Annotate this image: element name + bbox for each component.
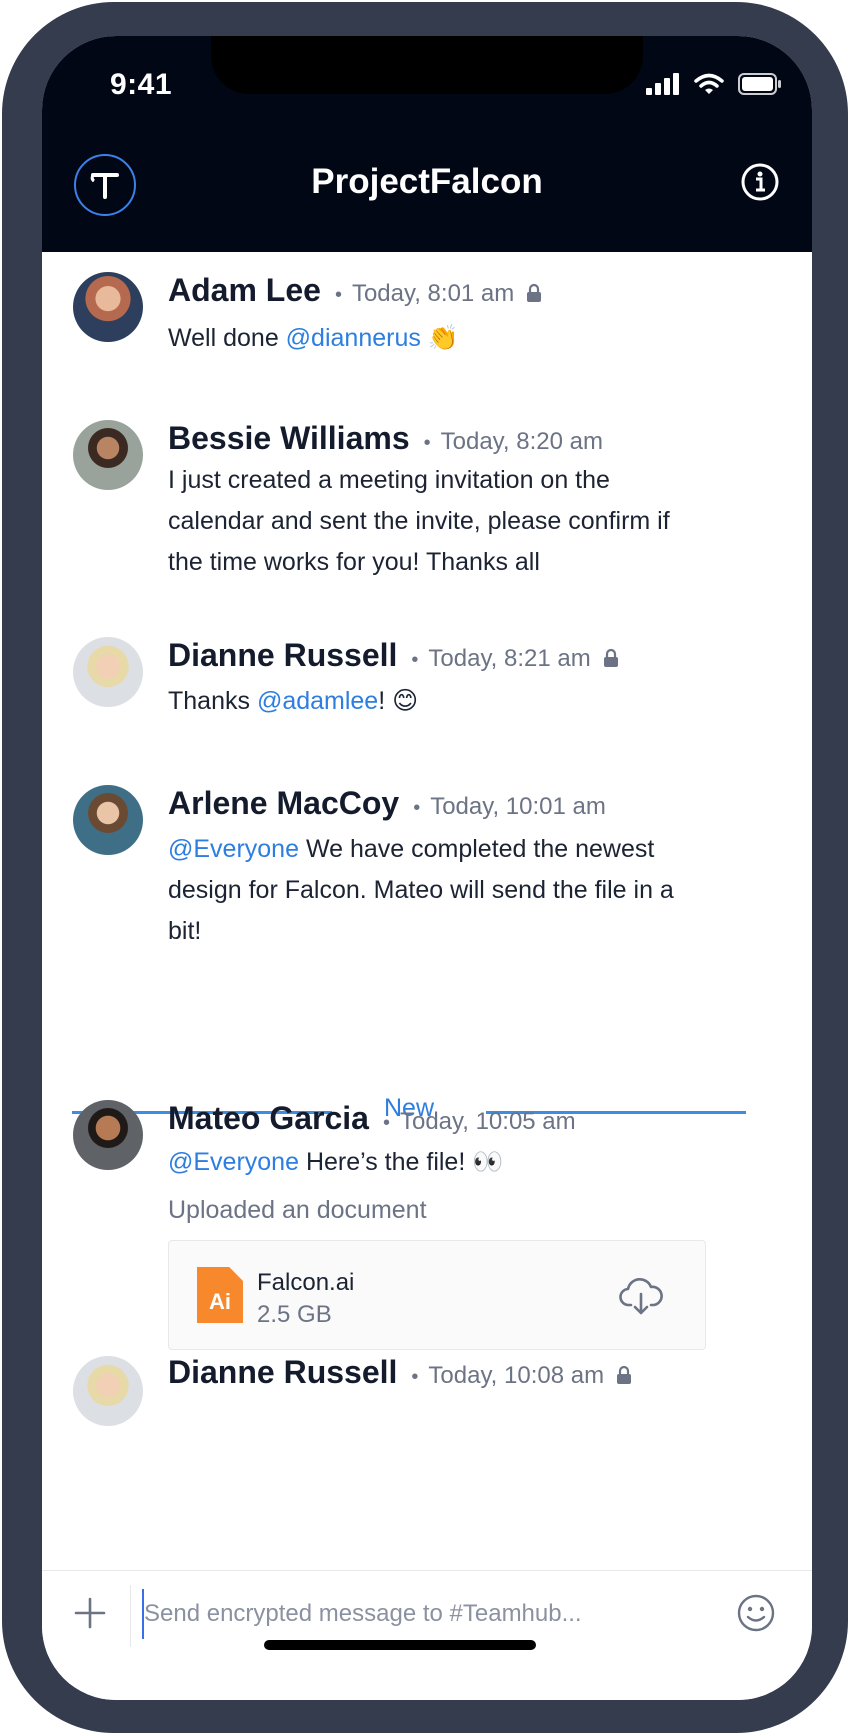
signal-icon	[646, 73, 679, 95]
message-text: Well done @diannerus 👏	[168, 318, 708, 359]
separator-dot: •	[411, 1366, 419, 1388]
mention-link[interactable]: @Everyone	[168, 1148, 299, 1176]
message-header: Dianne Russell • Today, 10:08 am	[168, 1354, 632, 1391]
message-item: Bessie Williams • Today, 8:20 am I just …	[42, 420, 812, 590]
author-name[interactable]: Mateo Garcia	[168, 1100, 369, 1137]
message-composer	[42, 1570, 812, 1700]
author-name[interactable]: Arlene MacCoy	[168, 785, 399, 822]
timestamp: Today, 8:01 am	[351, 280, 515, 307]
message-header: Arlene MacCoy • Today, 10:01 am	[168, 785, 606, 822]
channel-title: ProjectFalcon	[311, 162, 543, 201]
separator-dot: •	[411, 649, 419, 671]
top-bar: 9:41 ProjectFalcon	[42, 36, 812, 252]
wifi-icon	[694, 73, 724, 94]
timestamp: Today, 10:08 am	[428, 1362, 605, 1389]
timestamp: Today, 8:20 am	[440, 428, 603, 455]
message-input[interactable]	[142, 1589, 646, 1639]
composer-separator	[130, 1585, 131, 1647]
message-header: Bessie Williams • Today, 8:20 am	[168, 420, 603, 457]
message-item: Adam Lee • Today, 8:01 am Well done @dia…	[42, 272, 812, 372]
mention-link[interactable]: @Everyone	[168, 835, 299, 863]
message-text: @Everyone We have completed the newest d…	[168, 829, 708, 952]
avatar[interactable]	[73, 785, 143, 855]
author-name[interactable]: Bessie Williams	[168, 420, 410, 457]
message-text-part: Thanks	[168, 687, 257, 715]
cloud-download-icon[interactable]	[619, 1277, 663, 1317]
timestamp: Today, 10:01 am	[430, 793, 606, 820]
author-name[interactable]: Dianne Russell	[168, 637, 397, 674]
timestamp: Today, 8:21 am	[428, 645, 591, 672]
message-item: Dianne Russell • Today, 10:08 am	[42, 1354, 812, 1570]
message-header: Dianne Russell • Today, 8:21 am	[168, 637, 619, 674]
author-name[interactable]: Dianne Russell	[168, 1354, 397, 1391]
message-header: Mateo Garcia • Today, 10:05 am	[168, 1100, 576, 1137]
timestamp: Today, 10:05 am	[399, 1108, 576, 1135]
eyes-emoji: 👀	[472, 1148, 504, 1176]
lock-icon	[527, 283, 542, 302]
status-icons	[646, 72, 782, 96]
clap-emoji: 👏	[427, 324, 459, 352]
file-size: 2.5 GB	[257, 1301, 332, 1328]
message-item: Dianne Russell • Today, 8:21 am Thanks @…	[42, 637, 812, 737]
separator-dot: •	[334, 284, 342, 306]
lock-icon	[617, 1365, 632, 1384]
info-icon[interactable]	[740, 162, 780, 202]
message-text: Thanks @adamlee! 😊	[168, 681, 708, 722]
message-item: Arlene MacCoy • Today, 10:01 am @Everyon…	[42, 785, 812, 955]
separator-dot: •	[413, 797, 421, 819]
message-text: @Everyone Here’s the file! 👀	[168, 1142, 708, 1183]
home-indicator[interactable]	[264, 1640, 536, 1650]
ai-file-icon: Ai	[197, 1267, 243, 1323]
smile-emoji: 😊	[392, 687, 419, 715]
mention-link[interactable]: @adamlee	[257, 687, 378, 715]
separator-dot: •	[382, 1112, 390, 1134]
phone-frame: 9:41 ProjectFalcon Adam Lee • Today, 8:0…	[2, 2, 848, 1733]
plus-icon[interactable]	[72, 1595, 108, 1631]
author-name[interactable]: Adam Lee	[168, 272, 321, 309]
avatar[interactable]	[73, 1356, 143, 1426]
file-name[interactable]: Falcon.ai	[257, 1269, 354, 1297]
file-attachment-card[interactable]: Ai Falcon.ai 2.5 GB	[168, 1240, 706, 1350]
status-time: 9:41	[110, 68, 173, 101]
avatar[interactable]	[73, 272, 143, 342]
battery-icon	[738, 73, 781, 95]
notch	[211, 36, 643, 94]
mention-link[interactable]: @diannerus	[286, 324, 421, 352]
smiley-icon[interactable]	[736, 1593, 776, 1633]
avatar[interactable]	[73, 637, 143, 707]
message-header: Adam Lee • Today, 8:01 am	[168, 272, 542, 309]
separator-dot: •	[423, 432, 431, 454]
message-text-part: !	[378, 687, 393, 715]
message-text-part: Well done	[168, 324, 286, 352]
avatar[interactable]	[73, 1100, 143, 1170]
message-text: I just created a meeting invitation on t…	[168, 466, 670, 576]
app-screen: 9:41 ProjectFalcon Adam Lee • Today, 8:0…	[42, 36, 812, 1700]
avatar[interactable]	[73, 420, 143, 490]
message-text-part: Here’s the file!	[299, 1148, 473, 1176]
lock-icon	[603, 648, 618, 667]
upload-label: Uploaded an document	[168, 1196, 427, 1224]
